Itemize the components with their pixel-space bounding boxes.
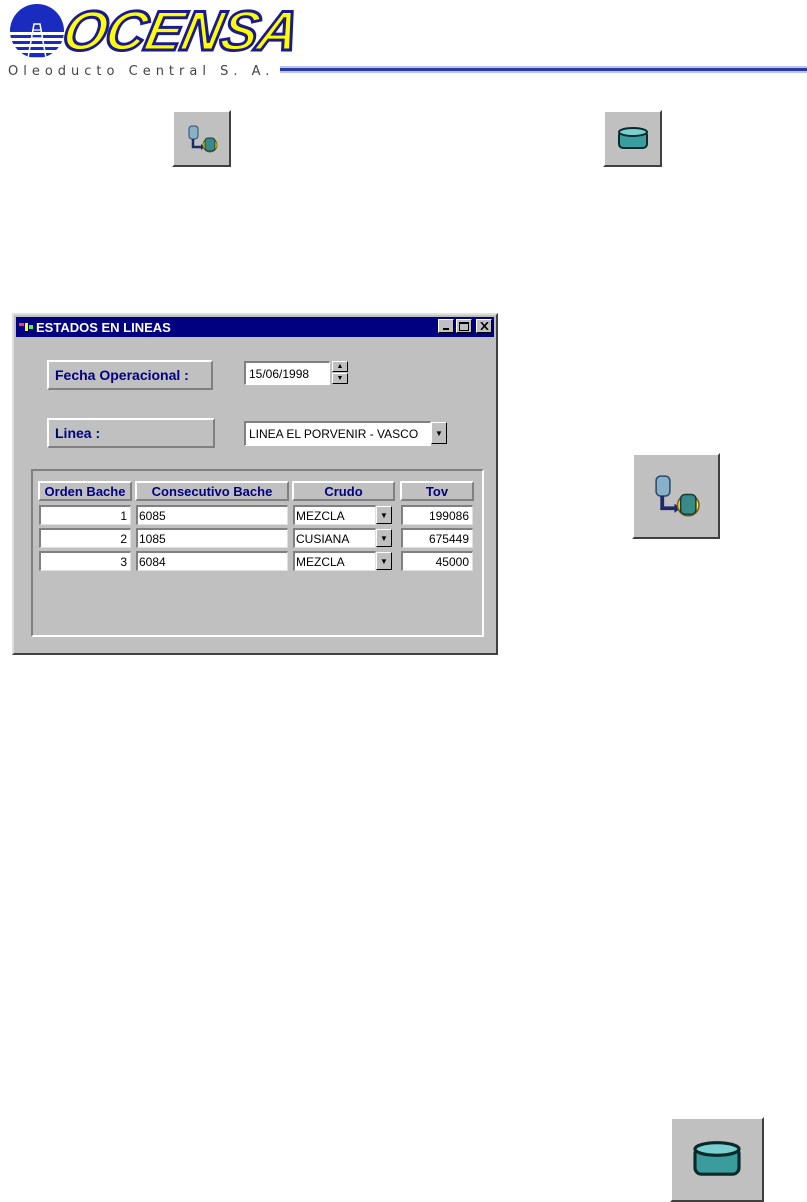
connect-database-button-large[interactable] — [632, 453, 720, 539]
globe-icon — [10, 4, 64, 59]
crudo-dropdown-button[interactable]: ▼ — [376, 506, 392, 524]
cell-tov[interactable]: 675449 — [401, 528, 473, 548]
cell-orden[interactable]: 3 — [39, 551, 131, 571]
maximize-button[interactable] — [456, 319, 472, 333]
spin-down-button[interactable]: ▼ — [332, 373, 348, 384]
col-header-orden: Orden Bache — [38, 481, 132, 501]
cell-consecutivo[interactable]: 1085 — [136, 528, 288, 548]
fecha-operacional-label: Fecha Operacional : — [47, 360, 213, 390]
linea-dropdown-button[interactable]: ▼ — [431, 422, 447, 444]
crudo-dropdown-button[interactable]: ▼ — [376, 552, 392, 570]
maximize-icon — [459, 321, 469, 331]
connect-database-button[interactable] — [172, 110, 231, 167]
window-title: ESTADOS EN LINEAS — [36, 319, 171, 335]
minimize-icon — [443, 328, 449, 330]
logo-subtitle: Oleoducto Central S. A. — [8, 64, 275, 79]
cell-crudo[interactable]: MEZCLA — [293, 551, 376, 571]
cell-orden[interactable]: 2 — [39, 528, 131, 548]
cell-tov[interactable]: 45000 — [401, 551, 473, 571]
database-button[interactable] — [603, 110, 662, 167]
estados-window: ESTADOS EN LINEAS Fecha Operacional : 15… — [12, 313, 498, 655]
col-header-tov: Tov — [400, 481, 474, 501]
app-icon — [19, 323, 33, 331]
database-connect-icon — [655, 475, 700, 517]
cell-crudo[interactable]: MEZCLA — [293, 505, 376, 525]
cell-tov[interactable]: 199086 — [401, 505, 473, 525]
cell-orden[interactable]: 1 — [39, 505, 131, 525]
database-cylinder-icon — [693, 1140, 741, 1176]
chevron-down-icon: ▼ — [380, 556, 388, 566]
fecha-spinner: ▲ ▼ — [332, 361, 348, 384]
cell-consecutivo[interactable]: 6085 — [136, 505, 288, 525]
database-button-large[interactable] — [670, 1117, 764, 1202]
col-header-consecutivo: Consecutivo Bache — [135, 481, 289, 501]
close-icon — [479, 322, 489, 330]
window-titlebar: ESTADOS EN LINEAS — [16, 317, 494, 337]
chevron-down-icon: ▼ — [380, 533, 388, 543]
cell-crudo[interactable]: CUSIANA — [293, 528, 376, 548]
minimize-button[interactable] — [438, 319, 454, 333]
spin-up-button[interactable]: ▲ — [332, 361, 348, 372]
fecha-operacional-field[interactable]: 15/06/1998 — [244, 361, 330, 385]
linea-select[interactable]: LINEA EL PORVENIR - VASCO — [244, 421, 431, 446]
close-button[interactable] — [476, 319, 492, 333]
linea-label: Linea : — [47, 418, 215, 448]
chevron-down-icon: ▼ — [435, 428, 443, 438]
chevron-down-icon: ▼ — [380, 510, 388, 520]
logo-wordmark: OCENSA — [56, 0, 306, 64]
header-divider — [280, 68, 807, 71]
col-header-crudo: Crudo — [292, 481, 395, 501]
crudo-dropdown-button[interactable]: ▼ — [376, 529, 392, 547]
database-connect-icon — [188, 125, 217, 152]
database-cylinder-icon — [617, 126, 648, 149]
ocensa-logo: OCENSA Oleoducto Central S. A. — [0, 0, 807, 90]
cell-consecutivo[interactable]: 6084 — [136, 551, 288, 571]
